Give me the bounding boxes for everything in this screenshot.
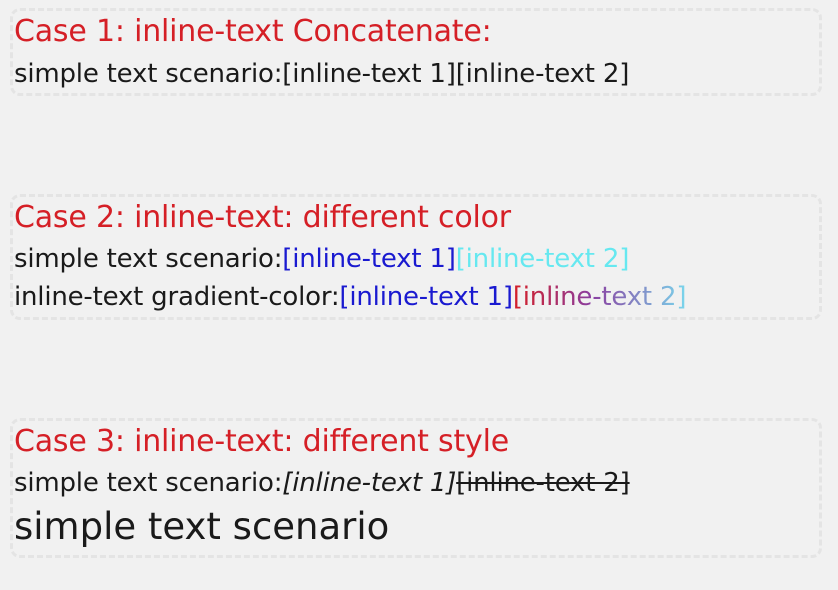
case2-title: Case 2: inline-text: different color <box>14 200 511 235</box>
page: Case 1: inline-text Concatenate: simple … <box>0 0 838 590</box>
case3-title: Case 3: inline-text: different style <box>14 424 509 459</box>
case2-line2-span1: [inline-text 1] <box>339 282 513 312</box>
case3-text-line-1: simple text scenario:[inline-text 1][inl… <box>14 467 630 499</box>
case3-line1-span1-italic: [inline-text 1] <box>282 468 457 498</box>
case2-line1-prefix: simple text scenario: <box>14 244 283 274</box>
case2-line2-span2-gradient: [inline-text 2] <box>512 282 687 312</box>
case1-line1-prefix: simple text scenario: <box>14 59 283 89</box>
case1-title: Case 1: inline-text Concatenate: <box>14 14 492 49</box>
case3-line1-span2-strikethrough: [inline-text 2] <box>456 468 630 498</box>
case3-large-text: simple text scenario <box>14 505 390 548</box>
case2-line2-prefix: inline-text gradient-color: <box>14 282 340 312</box>
case1-line1-span1: [inline-text 1] <box>282 59 456 89</box>
case2-line1-span2: [inline-text 2] <box>455 244 630 274</box>
case1-line1-span2: [inline-text 2] <box>455 59 630 89</box>
case2-text-line-1: simple text scenario:[inline-text 1][inl… <box>14 243 629 275</box>
case2-line1-span1: [inline-text 1] <box>282 244 456 274</box>
case2-text-line-2: inline-text gradient-color:[inline-text … <box>14 281 686 313</box>
case3-line1-prefix: simple text scenario: <box>14 468 283 498</box>
case1-text-line: simple text scenario:[inline-text 1][inl… <box>14 58 629 90</box>
